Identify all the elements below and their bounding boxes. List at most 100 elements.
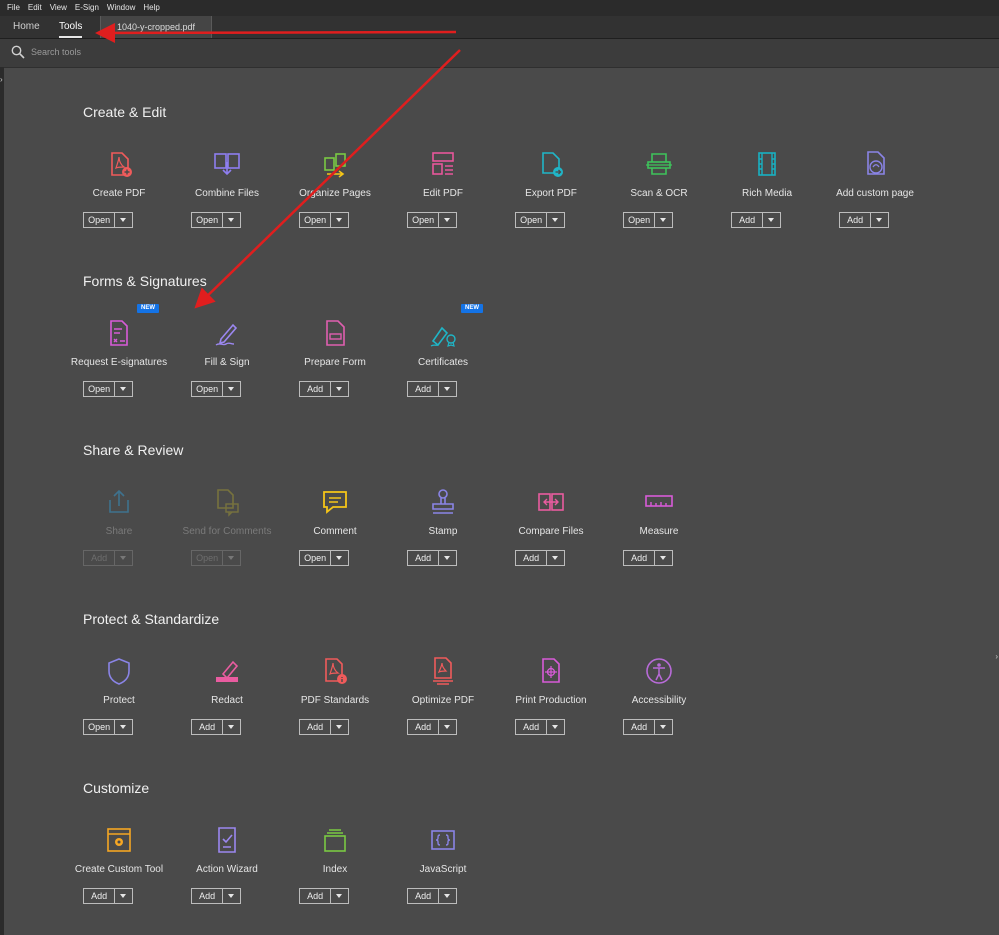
chevron-down-icon[interactable] xyxy=(654,551,672,565)
tool-request-e-signatures[interactable]: NEW Request E-signatures Open xyxy=(65,304,173,417)
share-icon[interactable] xyxy=(103,486,135,518)
tool-create-custom-tool[interactable]: Create Custom Tool Add xyxy=(65,824,173,924)
chevron-down-icon[interactable] xyxy=(654,720,672,734)
search-input[interactable] xyxy=(31,44,331,60)
chevron-down-icon[interactable] xyxy=(330,551,348,565)
menu-file[interactable]: File xyxy=(0,0,24,16)
chevron-down-icon[interactable] xyxy=(222,213,240,227)
chevron-down-icon[interactable] xyxy=(330,213,348,227)
certificates-icon[interactable] xyxy=(427,317,459,349)
tool-label[interactable]: Scan & OCR xyxy=(605,188,713,199)
tab-document[interactable]: 1040-y-cropped.pdf xyxy=(100,16,212,38)
protect-open-button[interactable]: Open xyxy=(84,720,114,734)
tool-pdf-standards[interactable]: PDF Standards Add xyxy=(281,655,389,755)
create-pdf-icon[interactable] xyxy=(103,148,135,180)
tool-label[interactable]: JavaScript xyxy=(389,864,497,875)
tool-send-for-comments[interactable]: Send for Comments Open xyxy=(173,486,281,586)
tool-label[interactable]: Protect xyxy=(65,695,173,706)
add-custom-page-icon[interactable] xyxy=(859,148,891,180)
create-pdf-open-button[interactable]: Open xyxy=(84,213,114,227)
chevron-down-icon[interactable] xyxy=(114,889,132,903)
action-wizard-icon[interactable] xyxy=(211,824,243,856)
menu-edit[interactable]: Edit xyxy=(24,0,46,16)
fill-sign-open-button[interactable]: Open xyxy=(192,382,222,396)
organize-pages-open-button[interactable]: Open xyxy=(300,213,330,227)
tool-label[interactable]: PDF Standards xyxy=(281,695,389,706)
export-pdf-open-button[interactable]: Open xyxy=(516,213,546,227)
tool-label[interactable]: Index xyxy=(281,864,389,875)
redact-add-button[interactable]: Add xyxy=(192,720,222,734)
tool-edit-pdf[interactable]: Edit PDF Open xyxy=(389,148,497,248)
chevron-down-icon[interactable] xyxy=(222,382,240,396)
tool-action-wizard[interactable]: Action Wizard Add xyxy=(173,824,281,924)
tool-prepare-form[interactable]: Prepare Form Add xyxy=(281,317,389,417)
tool-label[interactable]: Fill & Sign xyxy=(173,357,281,368)
tool-combine-files[interactable]: Combine Files Open xyxy=(173,148,281,248)
pdf-standards-add-button[interactable]: Add xyxy=(300,720,330,734)
optimize-pdf-icon[interactable] xyxy=(427,655,459,687)
scan-ocr-icon[interactable] xyxy=(643,148,675,180)
tool-label[interactable]: Print Production xyxy=(497,695,605,706)
tool-label[interactable]: Edit PDF xyxy=(389,188,497,199)
tool-label[interactable]: Optimize PDF xyxy=(389,695,497,706)
tool-label[interactable]: Prepare Form xyxy=(281,357,389,368)
tool-fill-sign[interactable]: Fill & Sign Open xyxy=(173,317,281,417)
pdf-standards-icon[interactable] xyxy=(319,655,351,687)
chevron-down-icon[interactable] xyxy=(222,720,240,734)
tab-tools[interactable]: Tools xyxy=(59,16,83,38)
chevron-down-icon[interactable] xyxy=(438,889,456,903)
tool-scan-ocr[interactable]: Scan & OCR Open xyxy=(605,148,713,248)
tool-redact[interactable]: Redact Add xyxy=(173,655,281,755)
tool-stamp[interactable]: Stamp Add xyxy=(389,486,497,586)
tab-home[interactable]: Home xyxy=(13,16,40,38)
edit-pdf-icon[interactable] xyxy=(427,148,459,180)
chevron-down-icon[interactable] xyxy=(654,213,672,227)
combine-files-open-button[interactable]: Open xyxy=(192,213,222,227)
menu-window[interactable]: Window xyxy=(103,0,139,16)
tool-label[interactable]: Send for Comments xyxy=(173,526,281,537)
tool-javascript[interactable]: JavaScript Add xyxy=(389,824,497,924)
compare-files-add-button[interactable]: Add xyxy=(516,551,546,565)
tool-optimize-pdf[interactable]: Optimize PDF Add xyxy=(389,655,497,755)
send-for-comments-icon[interactable] xyxy=(211,486,243,518)
create-custom-tool-add-button[interactable]: Add xyxy=(84,889,114,903)
fill-sign-icon[interactable] xyxy=(211,317,243,349)
tool-label[interactable]: Organize Pages xyxy=(281,188,389,199)
request-esignatures-icon[interactable] xyxy=(103,317,135,349)
create-custom-tool-icon[interactable] xyxy=(103,824,135,856)
accessibility-icon[interactable] xyxy=(643,655,675,687)
chevron-down-icon[interactable] xyxy=(114,720,132,734)
tool-certificates[interactable]: NEW Certificates Add xyxy=(389,304,497,417)
tool-label[interactable]: Export PDF xyxy=(497,188,605,199)
tool-share[interactable]: Share Add xyxy=(65,486,173,586)
measure-icon[interactable] xyxy=(643,486,675,518)
chevron-down-icon[interactable] xyxy=(438,382,456,396)
stamp-add-button[interactable]: Add xyxy=(408,551,438,565)
tool-comment[interactable]: Comment Open xyxy=(281,486,389,586)
prepare-form-icon[interactable] xyxy=(319,317,351,349)
add-custom-page-add-button[interactable]: Add xyxy=(840,213,870,227)
chevron-down-icon[interactable] xyxy=(222,889,240,903)
tool-label[interactable]: Redact xyxy=(173,695,281,706)
index-icon[interactable] xyxy=(319,824,351,856)
chevron-down-icon[interactable] xyxy=(870,213,888,227)
tool-export-pdf[interactable]: Export PDF Open xyxy=(497,148,605,248)
tool-protect[interactable]: Protect Open xyxy=(65,655,173,755)
tool-accessibility[interactable]: Accessibility Add xyxy=(605,655,713,755)
tool-measure[interactable]: Measure Add xyxy=(605,486,713,586)
accessibility-add-button[interactable]: Add xyxy=(624,720,654,734)
print-production-add-button[interactable]: Add xyxy=(516,720,546,734)
certificates-add-button[interactable]: Add xyxy=(408,382,438,396)
collapse-right-panel-icon[interactable]: › xyxy=(995,652,998,661)
optimize-pdf-add-button[interactable]: Add xyxy=(408,720,438,734)
tool-rich-media[interactable]: Rich Media Add xyxy=(713,148,821,248)
chevron-down-icon[interactable] xyxy=(330,720,348,734)
tool-add-custom-page[interactable]: Add custom page Add xyxy=(821,148,929,248)
tool-label[interactable]: Certificates xyxy=(389,357,497,368)
tool-label[interactable]: Comment xyxy=(281,526,389,537)
redact-icon[interactable] xyxy=(211,655,243,687)
chevron-down-icon[interactable] xyxy=(114,382,132,396)
measure-add-button[interactable]: Add xyxy=(624,551,654,565)
menu-help[interactable]: Help xyxy=(139,0,163,16)
index-add-button[interactable]: Add xyxy=(300,889,330,903)
